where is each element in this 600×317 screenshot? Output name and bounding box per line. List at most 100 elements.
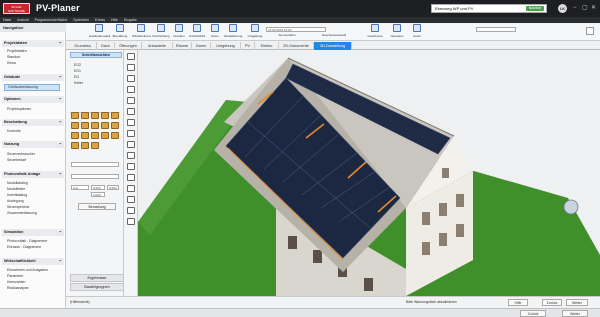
print-button[interactable]: Drucken [172,24,186,40]
menu-item-ansicht[interactable]: Ansicht [17,18,28,22]
menu-item-datei[interactable]: Datei [3,18,11,22]
tab-oeffnungen[interactable]: Öffnungen [115,42,142,50]
shadow-curve-button[interactable]: Schattenkurve [132,24,151,40]
nav-item-projektdaten[interactable]: Projektdaten [7,49,27,54]
mode-field[interactable]: Aus [71,185,89,190]
close-button[interactable]: ✕ [591,4,596,12]
tab-grundriss[interactable]: Grundriss [69,42,97,50]
tab-dach[interactable]: Dach [97,42,115,50]
roof-type-option[interactable] [111,132,119,139]
wall-icon[interactable] [127,97,135,104]
roof-type-option[interactable] [101,112,109,119]
measure-icon[interactable] [127,174,135,181]
roof-type-option[interactable] [91,142,99,149]
section-projektdaten[interactable]: Projektdaten ⌃ [2,40,64,47]
move-icon[interactable] [127,218,135,225]
floors-button[interactable]: Geschosse [366,24,384,40]
copy-icon[interactable] [127,207,135,214]
nav-item-standort[interactable]: Standort [7,55,20,60]
tab-zonen[interactable]: Zonen [192,42,211,50]
tab-2d-dokumente[interactable]: 2D-Dokumente [279,42,314,50]
nav-item-invertkatalog[interactable]: Invertkatalog [7,193,27,198]
nav-item-kontrolle[interactable]: Kontrolle [7,129,21,134]
layers-icon[interactable] [127,75,135,82]
nav-item-parameter[interactable]: Parameter [7,274,23,279]
value-field-2[interactable]: 0.000 [107,185,119,190]
roof-type-option[interactable] [81,122,89,129]
value-field-3[interactable]: 0.000 [91,192,105,197]
nav-item-modulkatalog[interactable]: Modulkatalog [7,181,28,186]
tree-item-eg1[interactable]: EG1 [74,69,81,74]
roof-type-option[interactable] [91,122,99,129]
roof-type-option[interactable] [81,132,89,139]
roof-type-option[interactable] [101,132,109,139]
roof-type-option[interactable] [111,112,119,119]
filter-input[interactable] [71,162,119,167]
status-back-button[interactable]: Zurück [542,299,562,306]
nav-item-strombedarf[interactable]: Strombedarf [7,158,26,163]
warnings-message[interactable]: Bitte Warnungsliste aktualisieren [406,300,457,304]
roof-type-option[interactable] [71,112,79,119]
pv-module-icon[interactable] [127,152,135,159]
nav-item-ertrasse-diagramme[interactable]: Ertrasse - Diagramme [7,245,41,250]
back-button[interactable]: Zurück [520,310,546,317]
tree-item-keller[interactable]: Keller [74,81,83,86]
stair-icon[interactable] [127,141,135,148]
tab-umgebung[interactable]: Umgebung [211,42,241,50]
tab-ergebnisse[interactable]: Ergebnisse [70,274,124,282]
roof-type-option[interactable] [91,112,99,119]
print-icon[interactable] [127,64,135,71]
forward-button[interactable]: Weiter [562,310,588,317]
section-wirtschaftlichkeit[interactable]: Wirtschaftlichkeit ⌃ [2,258,64,265]
sun-path-button[interactable]: Sonnenbahn [276,33,298,40]
date-time-field[interactable]: 21.06.2024 12:00 [266,27,326,32]
section-photovoltaik[interactable]: Photovoltaik Anlage ⌃ [2,171,64,178]
tab-bauteilgruppen[interactable]: Bauteilgruppen [70,283,124,291]
maximize-button[interactable]: ▢ [582,4,588,12]
tab-anbauteile[interactable]: Anbauteile [142,42,173,50]
roof-type-option[interactable] [111,122,119,129]
minimize-button[interactable]: − [573,4,577,12]
3d-viewport[interactable] [138,50,600,296]
avatar[interactable]: LK [558,4,567,13]
nav-item-projektoptionen[interactable]: Projektoptionen [7,107,31,112]
panel-header[interactable]: Schnittansichten [70,52,122,58]
section-gebaeude[interactable]: Gebäude ⌃ [2,74,64,81]
section-beschattung[interactable]: Beschattung ⌃ [2,119,64,126]
roof-type-option[interactable] [91,132,99,139]
nav-item-stromverbraucher[interactable]: Stromverbraucher [7,152,35,157]
menu-item-speichern[interactable]: Speichern [73,18,89,22]
tab-elektro[interactable]: Elektro [255,42,279,50]
slider-track[interactable] [71,174,119,179]
nav-item-auslegung[interactable]: Auslegung [7,199,24,204]
latest-button[interactable]: Neuesten [388,24,406,40]
edit-icon[interactable] [127,86,135,93]
compass-icon[interactable] [563,199,579,215]
lines-button[interactable]: Linien [409,24,425,40]
tab-pv[interactable]: PV [241,42,255,50]
nav-item-zusammenfassung[interactable]: Zusammenfassung [7,211,37,216]
menu-item-eingabe[interactable]: Eingabe [124,18,137,22]
tree-item-eg[interactable]: EG [74,75,79,80]
dimension-panel-button[interactable]: Bemaßung [78,203,116,210]
section-icon[interactable] [127,196,135,203]
value-field-1[interactable]: 0.000 [91,185,105,190]
building-model-button[interactable]: Gebäudemodell [89,24,110,40]
visualization-button[interactable]: Visualisierung [222,24,244,40]
section-optionen[interactable]: Optionen ⌃ [2,96,64,103]
roof-type-option[interactable] [81,112,89,119]
roof-type-option[interactable] [81,142,89,149]
nav-item-pv-diagramme[interactable]: Photovoltaik - Diagramme [7,239,47,244]
roof-icon[interactable] [127,130,135,137]
view-dropdown[interactable] [476,27,516,32]
roof-type-option[interactable] [101,122,109,129]
roof-type-option[interactable] [71,122,79,129]
nav-item-kennzahlen[interactable]: Kennzahlen [7,280,26,285]
roof-type-option[interactable] [71,132,79,139]
section-nutzung[interactable]: Nutzung ⌃ [2,141,64,148]
menu-item-hilfe[interactable]: Hilfe [111,18,118,22]
nav-item-modulfelder[interactable]: Modulfelder [7,187,25,192]
status-forward-button[interactable]: Weiter [566,299,588,306]
nav-item-stromspeicher[interactable]: Stromspeicher [7,205,30,210]
nav-item-klima[interactable]: Klima [7,61,16,66]
